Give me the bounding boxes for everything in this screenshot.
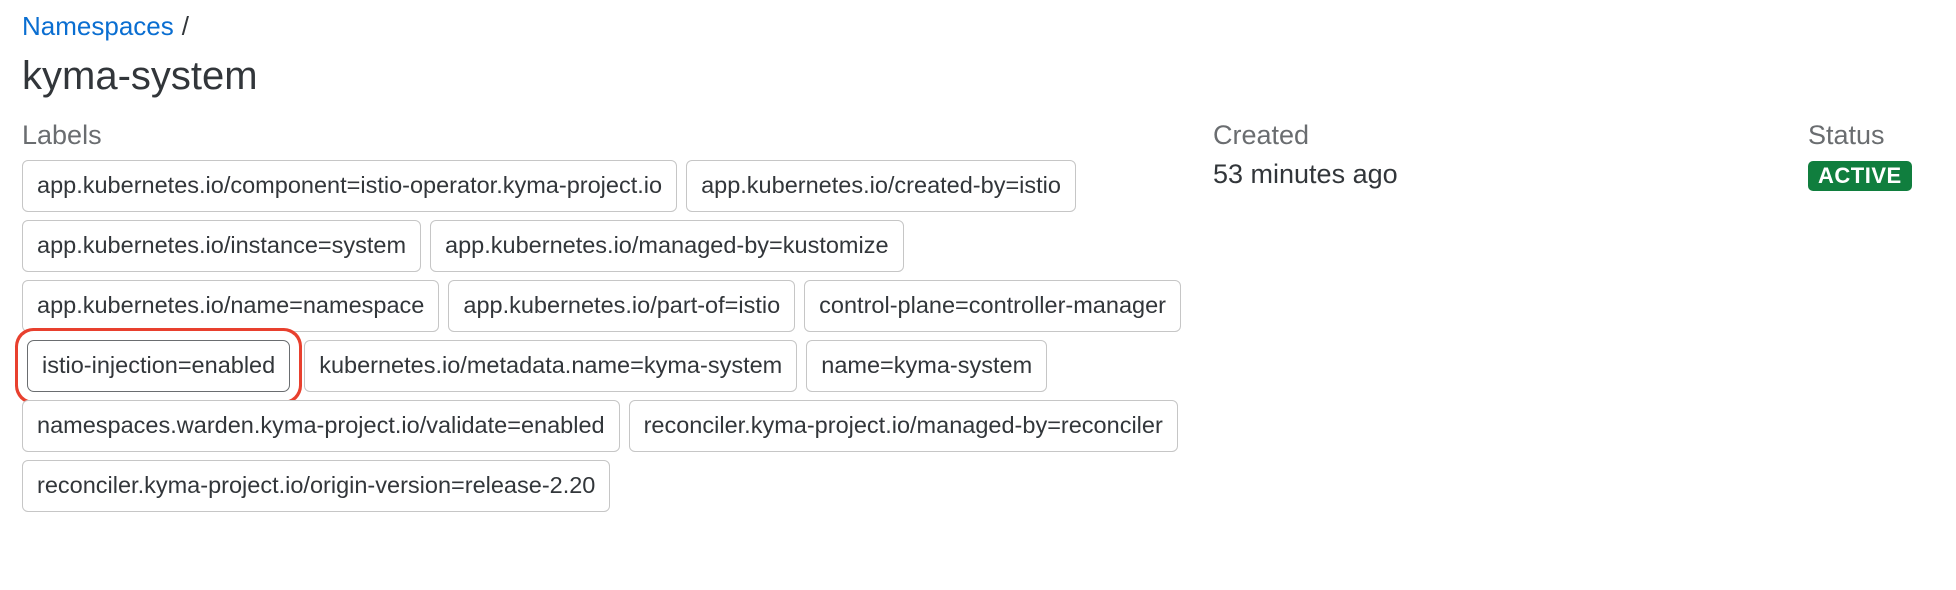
label-tag: name=kyma-system bbox=[806, 340, 1048, 392]
labels-list: app.kubernetes.io/component=istio-operat… bbox=[22, 160, 1192, 512]
status-badge: ACTIVE bbox=[1808, 161, 1912, 191]
breadcrumb: Namespaces / bbox=[22, 8, 189, 44]
label-tag: app.kubernetes.io/name=namespace bbox=[22, 280, 440, 332]
breadcrumb-separator: / bbox=[181, 11, 189, 41]
label-tag: app.kubernetes.io/instance=system bbox=[22, 220, 422, 272]
label-tag: app.kubernetes.io/created-by=istio bbox=[686, 160, 1076, 212]
label-tag: app.kubernetes.io/part-of=istio bbox=[448, 280, 796, 332]
created-value: 53 minutes ago bbox=[1213, 159, 1398, 189]
label-tag: control-plane=controller-manager bbox=[804, 280, 1181, 332]
label-tag-highlighted: istio-injection=enabled bbox=[27, 340, 291, 392]
label-tag: reconciler.kyma-project.io/managed-by=re… bbox=[628, 400, 1178, 452]
label-tag: app.kubernetes.io/component=istio-operat… bbox=[22, 160, 678, 212]
status-heading: Status bbox=[1808, 120, 1885, 150]
label-tag: app.kubernetes.io/managed-by=kustomize bbox=[430, 220, 904, 272]
page-title: kyma-system bbox=[22, 54, 258, 98]
breadcrumb-link-namespaces[interactable]: Namespaces bbox=[22, 11, 174, 41]
created-heading: Created bbox=[1213, 120, 1310, 150]
label-tag: namespaces.warden.kyma-project.io/valida… bbox=[22, 400, 620, 452]
label-tag: kubernetes.io/metadata.name=kyma-system bbox=[304, 340, 798, 392]
labels-heading: Labels bbox=[22, 120, 102, 150]
label-tag: reconciler.kyma-project.io/origin-versio… bbox=[22, 460, 611, 512]
